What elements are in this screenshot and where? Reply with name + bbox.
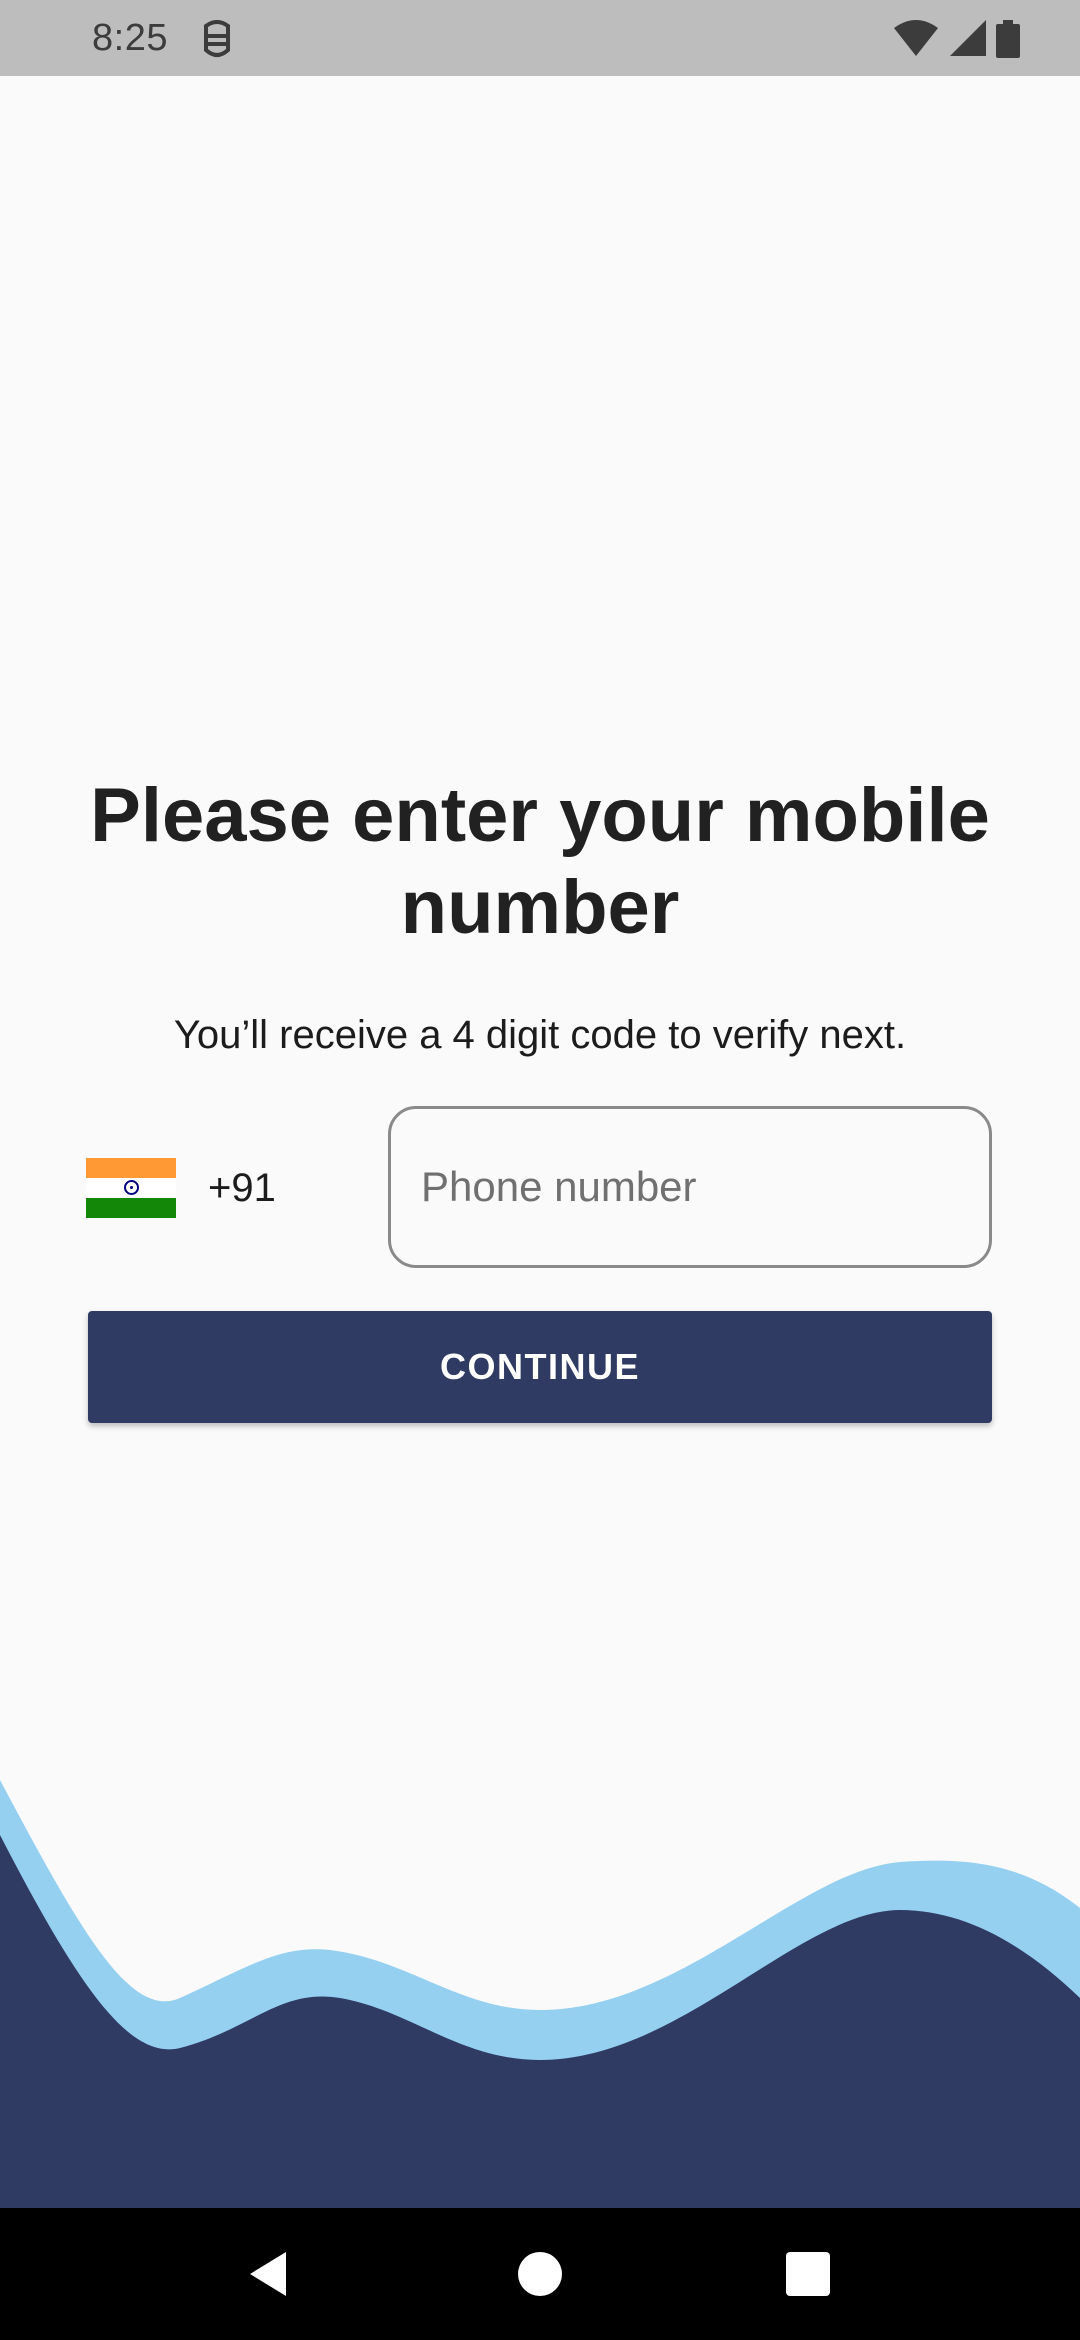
phone-login-screen: 8:25 Please enter your mobile number You…	[0, 0, 1080, 2340]
status-icons	[894, 20, 1020, 58]
recents-icon[interactable]	[776, 2242, 840, 2306]
decorative-wave	[0, 1780, 1080, 2208]
continue-button[interactable]: CONTINUE	[88, 1311, 992, 1423]
country-code-selector[interactable]: +91	[86, 1150, 336, 1226]
india-flag-icon	[86, 1158, 176, 1218]
status-time: 8:25	[92, 17, 168, 59]
signal-icon	[950, 20, 986, 56]
home-icon[interactable]	[508, 2242, 572, 2306]
page-subtitle: You’ll receive a 4 digit code to verify …	[173, 1013, 907, 1057]
dial-code: +91	[208, 1165, 276, 1210]
wifi-icon	[894, 20, 938, 56]
battery-icon	[996, 20, 1020, 58]
phone-number-input[interactable]	[388, 1106, 992, 1268]
navigation-bar	[0, 2208, 1080, 2340]
status-bar: 8:25	[0, 0, 1080, 76]
back-icon[interactable]	[238, 2242, 302, 2306]
page-title: Please enter your mobile number	[90, 773, 990, 950]
debug-icon	[204, 20, 230, 57]
